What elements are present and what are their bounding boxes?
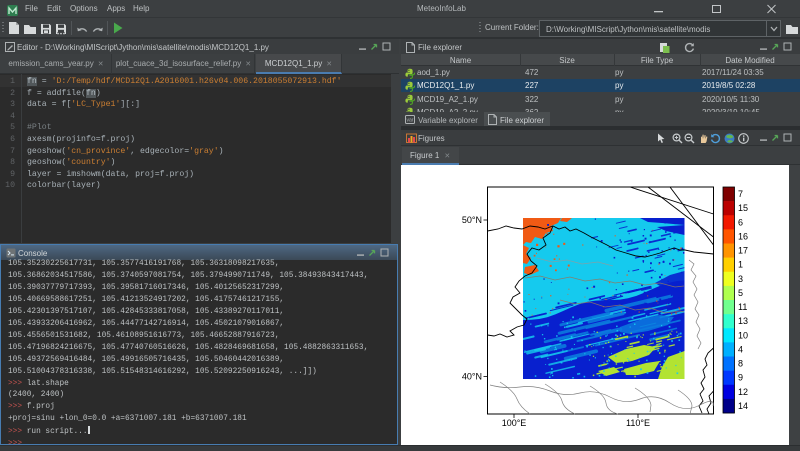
svg-text:16: 16 bbox=[738, 231, 748, 241]
svg-text:6: 6 bbox=[738, 217, 743, 227]
svg-text:11: 11 bbox=[738, 302, 747, 312]
svg-text:15: 15 bbox=[738, 203, 748, 213]
svg-text:14: 14 bbox=[738, 401, 748, 411]
svg-text:12: 12 bbox=[738, 387, 748, 397]
svg-text:7: 7 bbox=[738, 189, 743, 199]
svg-text:5: 5 bbox=[738, 288, 743, 298]
svg-text:4: 4 bbox=[738, 344, 743, 354]
svg-text:13: 13 bbox=[738, 316, 748, 326]
svg-text:50°N: 50°N bbox=[462, 215, 482, 225]
svg-text:var: var bbox=[407, 118, 414, 124]
svg-text:10: 10 bbox=[738, 330, 748, 340]
svg-text:17: 17 bbox=[738, 246, 748, 256]
svg-text:9: 9 bbox=[738, 373, 743, 383]
svg-text:8: 8 bbox=[738, 359, 743, 369]
svg-text:110°E: 110°E bbox=[626, 418, 650, 428]
svg-text:3: 3 bbox=[738, 274, 743, 284]
svg-text:100°E: 100°E bbox=[502, 418, 527, 428]
svg-text:1: 1 bbox=[738, 260, 743, 270]
svg-text:40°N: 40°N bbox=[462, 372, 482, 382]
